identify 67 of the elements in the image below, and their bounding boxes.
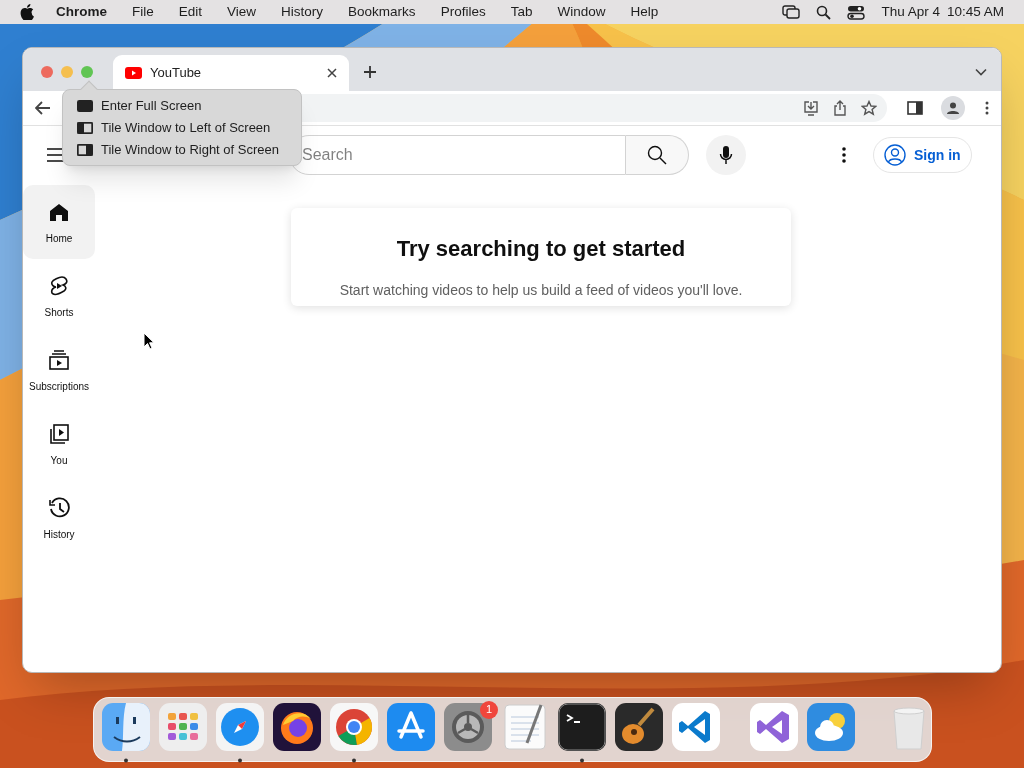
sun-cloud-icon[interactable] [807, 702, 855, 751]
menu-item[interactable]: View [227, 1, 257, 23]
window-left-icon [77, 121, 93, 134]
account-icon [884, 144, 906, 166]
menu-bar-time[interactable]: 10:45 AM [946, 1, 1004, 23]
menu-item[interactable]: Profiles [440, 1, 486, 23]
notepad-pencil-icon[interactable] [501, 702, 549, 751]
app-grid-icon[interactable] [159, 702, 207, 751]
menu-item[interactable]: Tab [510, 1, 533, 23]
back-arrow-icon[interactable] [35, 101, 51, 115]
microphone-icon [719, 145, 733, 165]
menu-item[interactable]: Enter Full Screen [77, 96, 287, 115]
guitar-icon[interactable] [615, 702, 663, 751]
menu-item[interactable]: File [132, 1, 154, 23]
more-menu-icon[interactable] [985, 101, 989, 115]
close-icon[interactable] [327, 68, 337, 78]
empty-state-message: Start watching videos to help us build a feed of videos you'll love. [339, 281, 743, 300]
history-icon [48, 497, 70, 519]
app-menu[interactable]: Chrome [56, 1, 107, 23]
sidebar-item[interactable]: Home [23, 185, 95, 259]
ribbon-logo-icon[interactable] [750, 702, 798, 751]
apple-icon[interactable] [20, 4, 34, 20]
menu-item[interactable]: History [281, 1, 324, 23]
code-editor-icon[interactable] [672, 702, 720, 751]
you-icon [48, 423, 70, 445]
cursor-icon [143, 332, 155, 350]
play-logo-icon [125, 67, 142, 79]
install-icon[interactable] [803, 100, 819, 116]
menu-icon[interactable] [47, 148, 63, 162]
fox-globe-icon[interactable] [273, 702, 321, 751]
gear-icon[interactable] [444, 702, 492, 751]
menu-item[interactable]: Window [557, 1, 606, 23]
new-tab-icon[interactable] [363, 64, 377, 79]
terminal-icon[interactable] [558, 702, 606, 763]
more-options-icon[interactable] [842, 147, 846, 163]
voice-search-button[interactable] [706, 135, 746, 175]
menu-item[interactable]: Edit [178, 1, 203, 23]
menu-item[interactable]: Tile Window to Right of Screen [77, 140, 287, 159]
person-icon [946, 101, 960, 115]
empty-state-title: Try searching to get started [396, 235, 686, 263]
profile-avatar[interactable] [941, 96, 965, 120]
control-center-icon[interactable] [847, 4, 866, 20]
app-store-icon[interactable] [387, 702, 435, 751]
compass-icon[interactable] [216, 702, 264, 763]
sign-in-button[interactable]: Sign in [873, 137, 972, 173]
chrome-logo-icon[interactable] [330, 702, 378, 763]
menu-item[interactable]: Bookmarks [348, 1, 416, 23]
share-icon[interactable] [833, 100, 847, 116]
shorts-icon [48, 275, 70, 297]
browser-tab[interactable]: YouTube [113, 55, 349, 91]
search-icon [647, 145, 668, 165]
window-right-icon [77, 143, 93, 156]
notification-badge: 1 [480, 700, 498, 719]
subscriptions-icon [48, 349, 70, 371]
window-full-icon [77, 99, 93, 112]
smiling-face-icon[interactable] [102, 702, 150, 763]
chevron-down-icon[interactable] [975, 67, 987, 76]
menu-bar-date[interactable]: Thu Apr 4 [881, 1, 940, 23]
home-icon [48, 201, 70, 223]
search-button[interactable] [626, 135, 689, 175]
search-icon[interactable] [816, 4, 832, 20]
menu-item[interactable]: Tile Window to Left of Screen [77, 118, 287, 137]
screen-mirroring-icon[interactable] [782, 5, 801, 19]
tab-title: YouTube [150, 64, 203, 83]
menu-item[interactable]: Help [630, 1, 659, 23]
star-icon[interactable] [861, 100, 877, 116]
side-panel-icon[interactable] [907, 101, 923, 115]
